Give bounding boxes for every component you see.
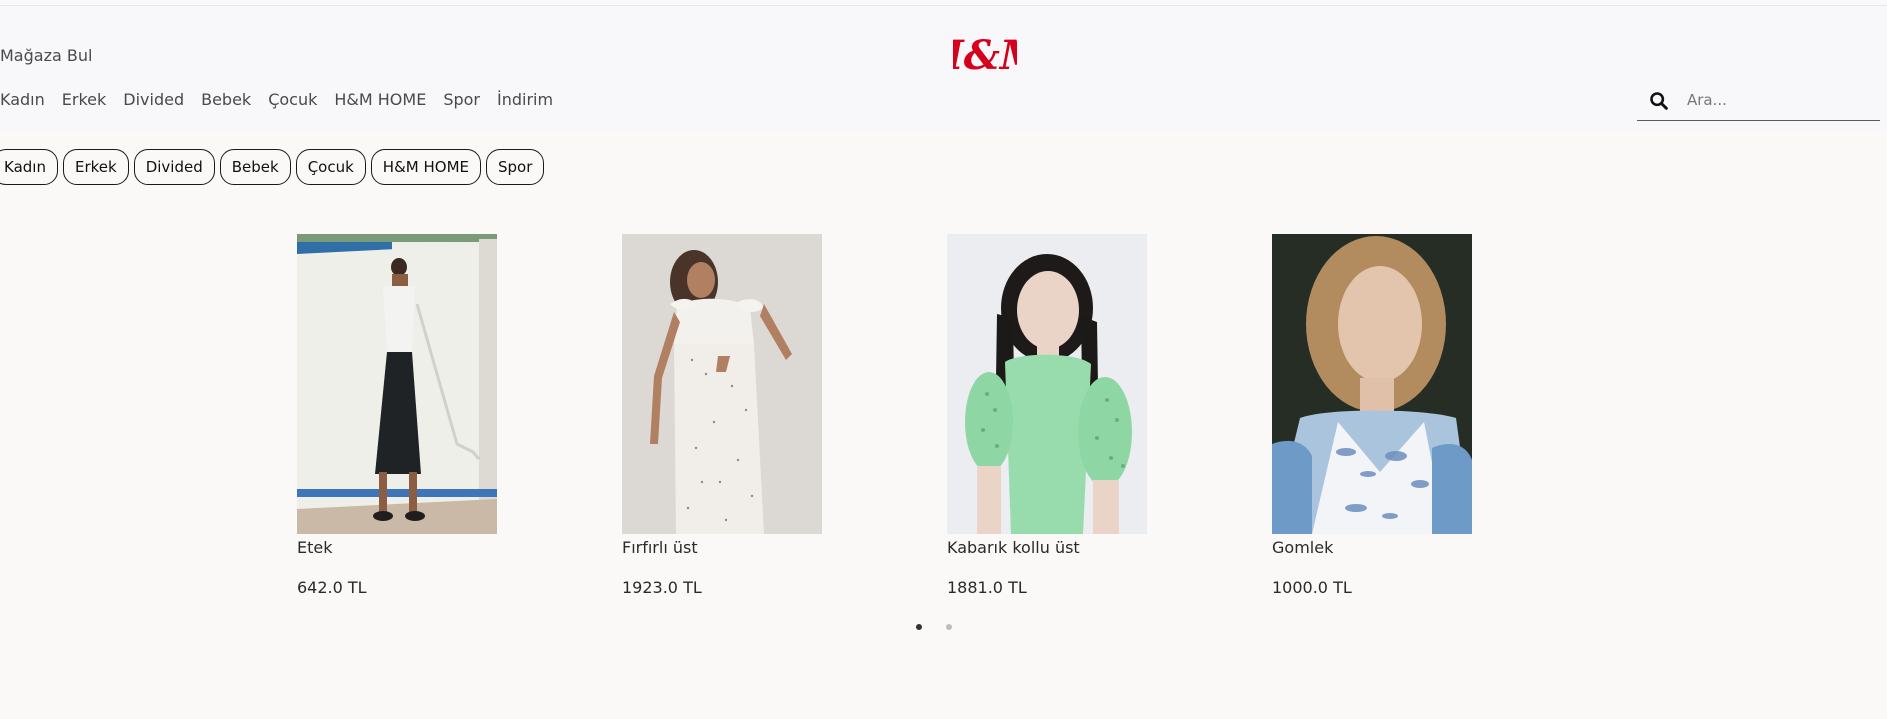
product-name[interactable]: Fırfırlı üst <box>622 538 698 557</box>
search-input[interactable] <box>1687 86 1872 114</box>
product-card[interactable]: Etek 642.0 TL <box>297 234 497 597</box>
nav-item-indirim[interactable]: İndirim <box>497 90 553 109</box>
nav-item-hm-home[interactable]: H&M HOME <box>334 90 426 109</box>
logo-text: H&M <box>953 32 1017 77</box>
product-name[interactable]: Gomlek <box>1272 538 1333 557</box>
nav-item-cocuk[interactable]: Çocuk <box>268 90 317 109</box>
nav-item-kadin[interactable]: Kadın <box>0 90 45 109</box>
search-box[interactable] <box>1637 82 1880 121</box>
product-card[interactable]: Fırfırlı üst 1923.0 TL <box>622 234 822 597</box>
nav-item-spor[interactable]: Spor <box>443 90 480 109</box>
chip-spor[interactable]: Spor <box>486 149 545 185</box>
nav-item-bebek[interactable]: Bebek <box>201 90 251 109</box>
chip-kadin[interactable]: Kadın <box>0 149 58 185</box>
category-chip-list: Kadın Erkek Divided Bebek Çocuk H&M HOME… <box>0 149 545 185</box>
product-price: 1923.0 TL <box>622 578 702 597</box>
carousel-dot-2[interactable] <box>946 624 952 630</box>
nav-item-erkek[interactable]: Erkek <box>62 90 107 109</box>
nav-item-divided[interactable]: Divided <box>123 90 184 109</box>
main-navigation: Kadın Erkek Divided Bebek Çocuk H&M HOME… <box>0 90 553 109</box>
product-card[interactable]: Kabarık kollu üst 1881.0 TL <box>947 234 1147 597</box>
carousel-dot-1[interactable] <box>916 624 922 630</box>
product-card[interactable]: Gomlek 1000.0 TL <box>1272 234 1472 597</box>
product-image-shirt-model[interactable] <box>1272 234 1472 534</box>
product-name[interactable]: Kabarık kollu üst <box>947 538 1080 557</box>
store-finder-link[interactable]: Mağaza Bul <box>0 46 92 65</box>
product-price: 1000.0 TL <box>1272 578 1352 597</box>
chip-bebek[interactable]: Bebek <box>219 149 291 185</box>
hm-logo[interactable]: H&M <box>953 29 1017 77</box>
chip-hm-home[interactable]: H&M HOME <box>370 149 481 185</box>
chip-erkek[interactable]: Erkek <box>62 149 129 185</box>
product-price: 642.0 TL <box>297 578 367 597</box>
product-name[interactable]: Etek <box>297 538 333 557</box>
site-header: Mağaza Bul H&M Kadın Erkek Divided Bebek… <box>0 6 1887 132</box>
carousel-pagination <box>916 624 952 630</box>
chip-cocuk[interactable]: Çocuk <box>295 149 366 185</box>
product-image-ruffle-top-model[interactable] <box>622 234 822 534</box>
product-price: 1881.0 TL <box>947 578 1027 597</box>
product-image-puff-sleeve-top-model[interactable] <box>947 234 1147 534</box>
product-image-skirt-model[interactable] <box>297 234 497 534</box>
chip-divided[interactable]: Divided <box>133 149 215 185</box>
search-icon[interactable] <box>1648 90 1670 112</box>
product-carousel: Etek 642.0 TL Fırfırlı üst 1923.0 TL Kab… <box>297 234 1477 604</box>
